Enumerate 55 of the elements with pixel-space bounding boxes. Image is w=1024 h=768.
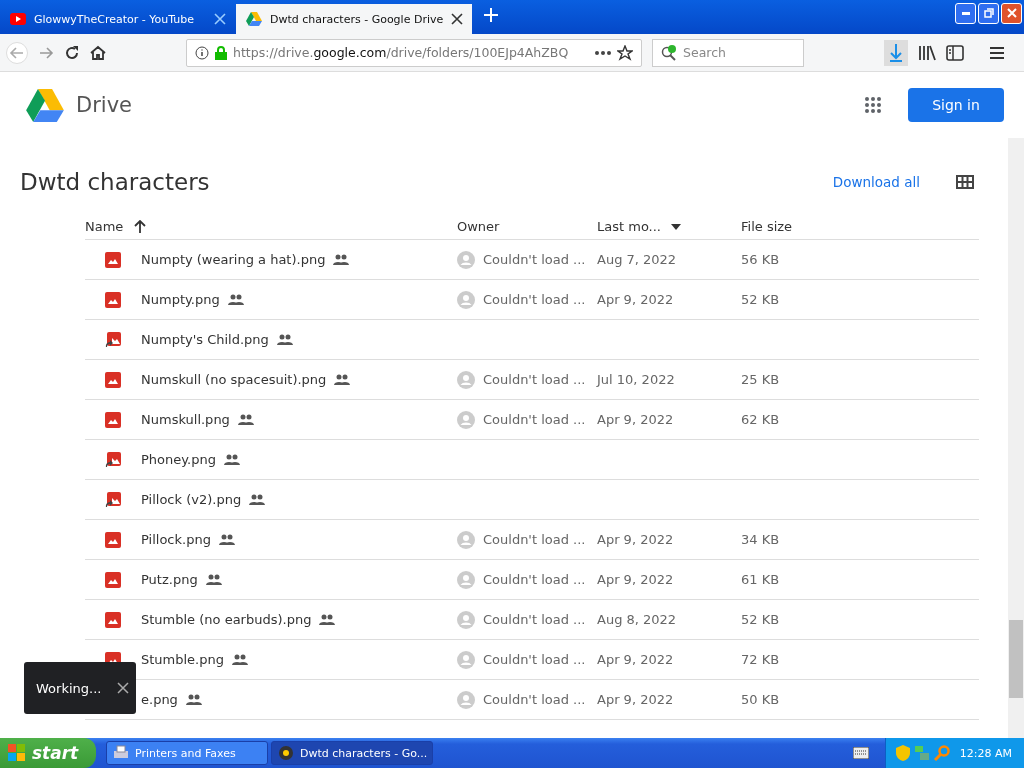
folder-title: Dwtd characters	[20, 169, 211, 195]
size-cell: 50 KB	[741, 692, 780, 707]
size-cell: 72 KB	[741, 652, 780, 667]
file-name[interactable]: Pillock.png	[141, 532, 211, 547]
browser-tab[interactable]: Dwtd characters - Google Drive	[236, 4, 472, 34]
taskbar-button[interactable]: Dwtd characters - Go...	[271, 741, 433, 765]
size-cell: 52 KB	[741, 292, 780, 307]
file-name[interactable]: Stumble (no earbuds).png	[141, 612, 312, 627]
search-field[interactable]: Search	[652, 38, 804, 67]
column-header[interactable]: Last mo...	[597, 219, 661, 234]
owner-cell: Couldn't load ...	[483, 372, 586, 387]
column-header[interactable]: Name	[85, 219, 124, 234]
date-cell: Apr 9, 2022	[597, 652, 674, 667]
date-cell: Aug 8, 2022	[597, 612, 677, 627]
date-cell: Apr 9, 2022	[597, 292, 674, 307]
file-name[interactable]: Phoney.png	[141, 452, 216, 467]
taskbar-button[interactable]: Printers and Faxes	[106, 741, 268, 765]
size-cell: 52 KB	[741, 612, 780, 627]
file-name[interactable]: Stumble.png	[141, 652, 224, 667]
clock: 12:28 AM	[959, 746, 1012, 760]
date-cell: Apr 9, 2022	[597, 532, 674, 547]
size-cell: 62 KB	[741, 412, 780, 427]
browser-tab[interactable]: GlowwyTheCreator - YouTube	[0, 4, 236, 34]
file-name[interactable]: Putz.png	[141, 572, 198, 587]
owner-cell: Couldn't load ...	[483, 412, 586, 427]
date-cell: Apr 9, 2022	[597, 412, 674, 427]
column-header[interactable]: Owner	[457, 219, 500, 234]
file-name[interactable]: Numskull.png	[141, 412, 230, 427]
owner-cell: Couldn't load ...	[483, 252, 586, 267]
file-name[interactable]: Pillock (v2).png	[141, 492, 242, 507]
owner-cell: Couldn't load ...	[483, 652, 586, 667]
owner-cell: Couldn't load ...	[483, 612, 586, 627]
app-name: Drive	[76, 93, 132, 117]
toast-text: Working...	[36, 680, 102, 696]
file-name[interactable]: e.png	[141, 692, 178, 707]
column-header[interactable]: File size	[741, 219, 793, 234]
date-cell: Apr 9, 2022	[597, 692, 674, 707]
file-name[interactable]: Numskull (no spacesuit).png	[141, 372, 327, 387]
owner-cell: Couldn't load ...	[483, 572, 586, 587]
file-name[interactable]: Numpty's Child.png	[141, 332, 269, 347]
owner-cell: Couldn't load ...	[483, 532, 586, 547]
owner-cell: Couldn't load ...	[483, 292, 586, 307]
size-cell: 34 KB	[741, 532, 780, 547]
address-bar[interactable]: https://drive.google.com/drive/folders/100EJp4AhZBQ	[186, 38, 642, 67]
sign-in-button[interactable]: Sign in	[908, 88, 1004, 122]
date-cell: Jul 10, 2022	[597, 372, 675, 387]
file-name[interactable]: Numpty.png	[141, 292, 220, 307]
date-cell: Apr 9, 2022	[597, 572, 674, 587]
size-cell: 56 KB	[741, 252, 780, 267]
owner-cell: Couldn't load ...	[483, 692, 586, 707]
file-name[interactable]: Numpty (wearing a hat).png	[141, 252, 326, 267]
date-cell: Aug 7, 2022	[597, 252, 677, 267]
size-cell: 25 KB	[741, 372, 780, 387]
size-cell: 61 KB	[741, 572, 780, 587]
download-all-link[interactable]: Download all	[832, 174, 920, 190]
